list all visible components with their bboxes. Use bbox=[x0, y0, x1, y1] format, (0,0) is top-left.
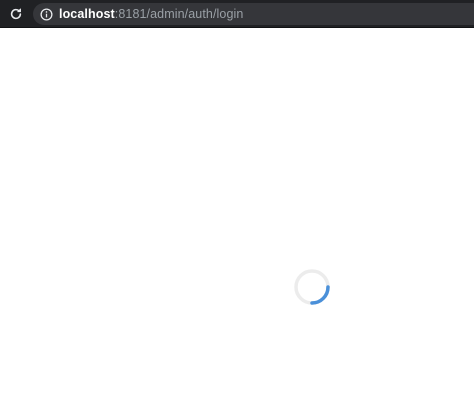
info-icon[interactable] bbox=[40, 7, 53, 21]
url-path: :8181/admin/auth/login bbox=[114, 7, 244, 21]
url-text[interactable]: localhost:8181/admin/auth/login bbox=[59, 3, 243, 25]
address-bar[interactable]: localhost:8181/admin/auth/login bbox=[33, 3, 474, 25]
loading-spinner-icon bbox=[294, 269, 330, 305]
reload-icon bbox=[10, 8, 22, 20]
browser-toolbar: localhost:8181/admin/auth/login bbox=[0, 0, 474, 28]
reload-button[interactable] bbox=[6, 4, 26, 24]
page-content bbox=[0, 28, 474, 405]
url-host: localhost bbox=[59, 7, 115, 21]
